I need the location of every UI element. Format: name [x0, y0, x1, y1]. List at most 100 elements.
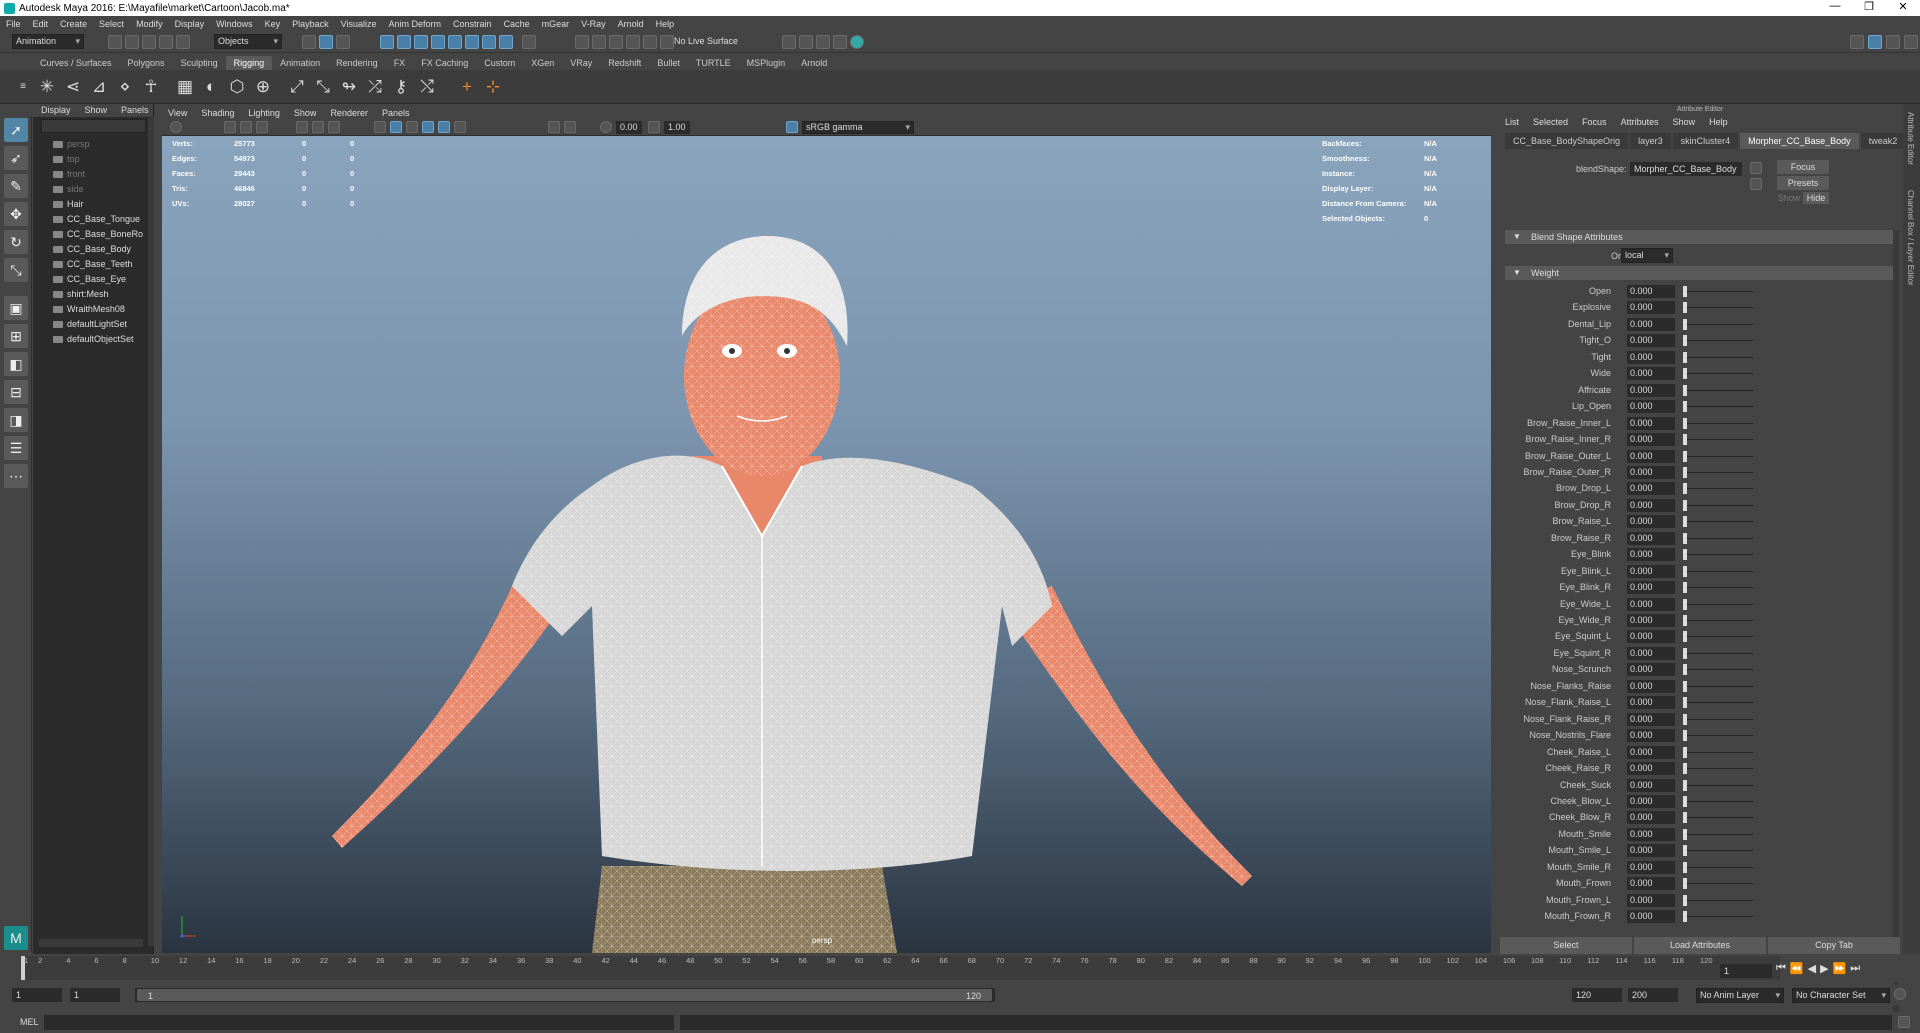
- outliner-search-input[interactable]: [41, 119, 146, 133]
- snap-grid-icon[interactable]: [575, 35, 589, 49]
- camera-attr-icon[interactable]: [224, 121, 236, 133]
- weight-slider-track[interactable]: [1683, 570, 1753, 572]
- weight-value-field[interactable]: 0.000: [1627, 811, 1675, 825]
- lattice-icon[interactable]: ▦: [174, 76, 196, 98]
- weight-slider-track[interactable]: [1683, 735, 1753, 737]
- weight-slider-track[interactable]: [1683, 291, 1753, 292]
- weight-value-field[interactable]: 0.000: [1627, 860, 1675, 874]
- ipr-render-icon[interactable]: [816, 35, 830, 49]
- xray-icon[interactable]: [438, 121, 450, 133]
- output-connections-icon[interactable]: [1750, 178, 1762, 190]
- blend-shape-attributes-section[interactable]: Blend Shape Attributes: [1505, 230, 1893, 244]
- step-back-frame-icon[interactable]: ◀: [1808, 962, 1816, 975]
- weight-slider-track[interactable]: [1683, 554, 1753, 556]
- weight-slider-handle[interactable]: [1683, 713, 1687, 725]
- weight-slider-track[interactable]: [1683, 685, 1753, 687]
- weight-value-field[interactable]: 0.000: [1627, 498, 1675, 512]
- weight-slider-track[interactable]: [1683, 504, 1753, 506]
- snap-view-icon[interactable]: [626, 35, 640, 49]
- attr-menu-attributes[interactable]: Attributes: [1621, 115, 1659, 129]
- point-constraint-icon[interactable]: ⊹: [482, 76, 504, 98]
- weight-slider-track[interactable]: [1683, 340, 1753, 342]
- selection-mode-dropdown[interactable]: Objects: [214, 34, 282, 49]
- weight-slider-track[interactable]: [1683, 307, 1753, 309]
- weight-value-field[interactable]: 0.000: [1627, 301, 1675, 315]
- go-to-end-icon[interactable]: ⏭: [1850, 962, 1860, 975]
- layout-channel-icon[interactable]: [1904, 35, 1918, 49]
- weight-slider-handle[interactable]: [1683, 401, 1687, 413]
- wrap-deformer-icon[interactable]: ⬡: [226, 76, 248, 98]
- outliner-scrollbar[interactable]: [148, 116, 154, 946]
- weight-value-field[interactable]: 0.000: [1627, 827, 1675, 841]
- time-slider[interactable]: 1 2 4 6 8 10 12 14 16 18 20 22 24 26 28 30 32 34 36 38 40 42 4…: [0, 954, 1920, 982]
- auto-key-icon[interactable]: [1894, 988, 1906, 1000]
- shelf-tab-bullet[interactable]: Bullet: [649, 56, 688, 70]
- single-perspective-icon[interactable]: ▣: [4, 296, 28, 320]
- weight-value-field[interactable]: 0.000: [1627, 515, 1675, 529]
- weight-slider-handle[interactable]: [1683, 286, 1687, 297]
- weight-slider-handle[interactable]: [1683, 861, 1687, 873]
- snap-vertex-icon[interactable]: [660, 35, 674, 49]
- menu-create[interactable]: Create: [60, 19, 87, 29]
- shelf-tab-msplugin[interactable]: MSPlugin: [739, 56, 794, 70]
- attr-menu-focus[interactable]: Focus: [1582, 115, 1607, 129]
- outliner-item[interactable]: defaultObjectSet: [53, 332, 153, 347]
- save-scene-icon[interactable]: [142, 35, 156, 49]
- weight-slider-track[interactable]: [1683, 356, 1753, 358]
- custom-layout-icon[interactable]: ⋯: [4, 464, 28, 488]
- character-model[interactable]: [162, 136, 1491, 953]
- minimize-button[interactable]: —: [1818, 0, 1852, 13]
- weight-value-field[interactable]: 0.000: [1627, 910, 1675, 924]
- anim-end-field[interactable]: 200: [1628, 988, 1678, 1002]
- paint-select-icon[interactable]: ✎: [4, 174, 28, 198]
- four-view-icon[interactable]: ⊞: [4, 324, 28, 348]
- attr-menu-help[interactable]: Help: [1709, 115, 1728, 129]
- weight-slider-handle[interactable]: [1683, 351, 1687, 363]
- weight-slider-track[interactable]: [1683, 537, 1753, 539]
- gamma-icon[interactable]: [648, 121, 660, 133]
- render-view-icon[interactable]: [833, 35, 847, 49]
- maya-home-icon[interactable]: M: [4, 926, 28, 950]
- scale-tool-icon[interactable]: ⤡: [4, 258, 28, 282]
- new-scene-icon[interactable]: [108, 35, 122, 49]
- weight-slider-track[interactable]: [1683, 850, 1753, 852]
- attr-menu-show[interactable]: Show: [1673, 115, 1696, 129]
- resolution-gate-icon[interactable]: [328, 121, 340, 133]
- presets-button[interactable]: Presets: [1777, 176, 1829, 190]
- persp-graph-icon[interactable]: ⊟: [4, 380, 28, 404]
- persp-outliner-icon[interactable]: ◧: [4, 352, 28, 376]
- weight-value-field[interactable]: 0.000: [1627, 548, 1675, 562]
- weight-slider-handle[interactable]: [1683, 384, 1687, 396]
- weight-slider-track[interactable]: [1683, 899, 1753, 901]
- weight-value-field[interactable]: 0.000: [1627, 433, 1675, 447]
- menu-windows[interactable]: Windows: [216, 19, 253, 29]
- colorspace-dropdown[interactable]: sRGB gamma: [802, 121, 914, 134]
- paint-weights-icon[interactable]: ⤡: [312, 76, 334, 98]
- render-globals-icon[interactable]: [850, 35, 864, 49]
- weight-value-field[interactable]: 0.000: [1627, 614, 1675, 627]
- mask-dynamics-icon[interactable]: [465, 35, 479, 49]
- weight-slider-track[interactable]: [1683, 406, 1753, 408]
- rotate-tool-icon[interactable]: ↻: [4, 230, 28, 254]
- shelf-tab-redshift[interactable]: Redshift: [600, 56, 649, 70]
- weight-slider-track[interactable]: [1683, 652, 1753, 654]
- menu-display[interactable]: Display: [175, 19, 205, 29]
- weight-slider-handle[interactable]: [1683, 302, 1687, 314]
- command-input[interactable]: [44, 1015, 674, 1030]
- weight-slider-handle[interactable]: [1683, 549, 1687, 561]
- script-editor-icon[interactable]: [1898, 1016, 1910, 1028]
- weight-slider-handle[interactable]: [1683, 763, 1687, 775]
- humanik-icon[interactable]: ☥: [140, 76, 162, 98]
- weight-slider-track[interactable]: [1683, 620, 1753, 621]
- attr-tab-layer3[interactable]: layer3: [1630, 133, 1671, 149]
- hypershade-layout-icon[interactable]: ◨: [4, 408, 28, 432]
- mask-rendering-icon[interactable]: [482, 35, 496, 49]
- weight-value-field[interactable]: 0.000: [1627, 712, 1675, 726]
- menu-select[interactable]: Select: [99, 19, 124, 29]
- close-button[interactable]: ✕: [1886, 0, 1920, 13]
- weight-slider-handle[interactable]: [1683, 779, 1687, 791]
- range-slider-bar[interactable]: [137, 989, 992, 1001]
- shelf-tab-curves-surfaces[interactable]: Curves / Surfaces: [32, 56, 120, 70]
- mask-handles-icon[interactable]: [380, 35, 394, 49]
- playback-start-field[interactable]: 1: [70, 988, 120, 1002]
